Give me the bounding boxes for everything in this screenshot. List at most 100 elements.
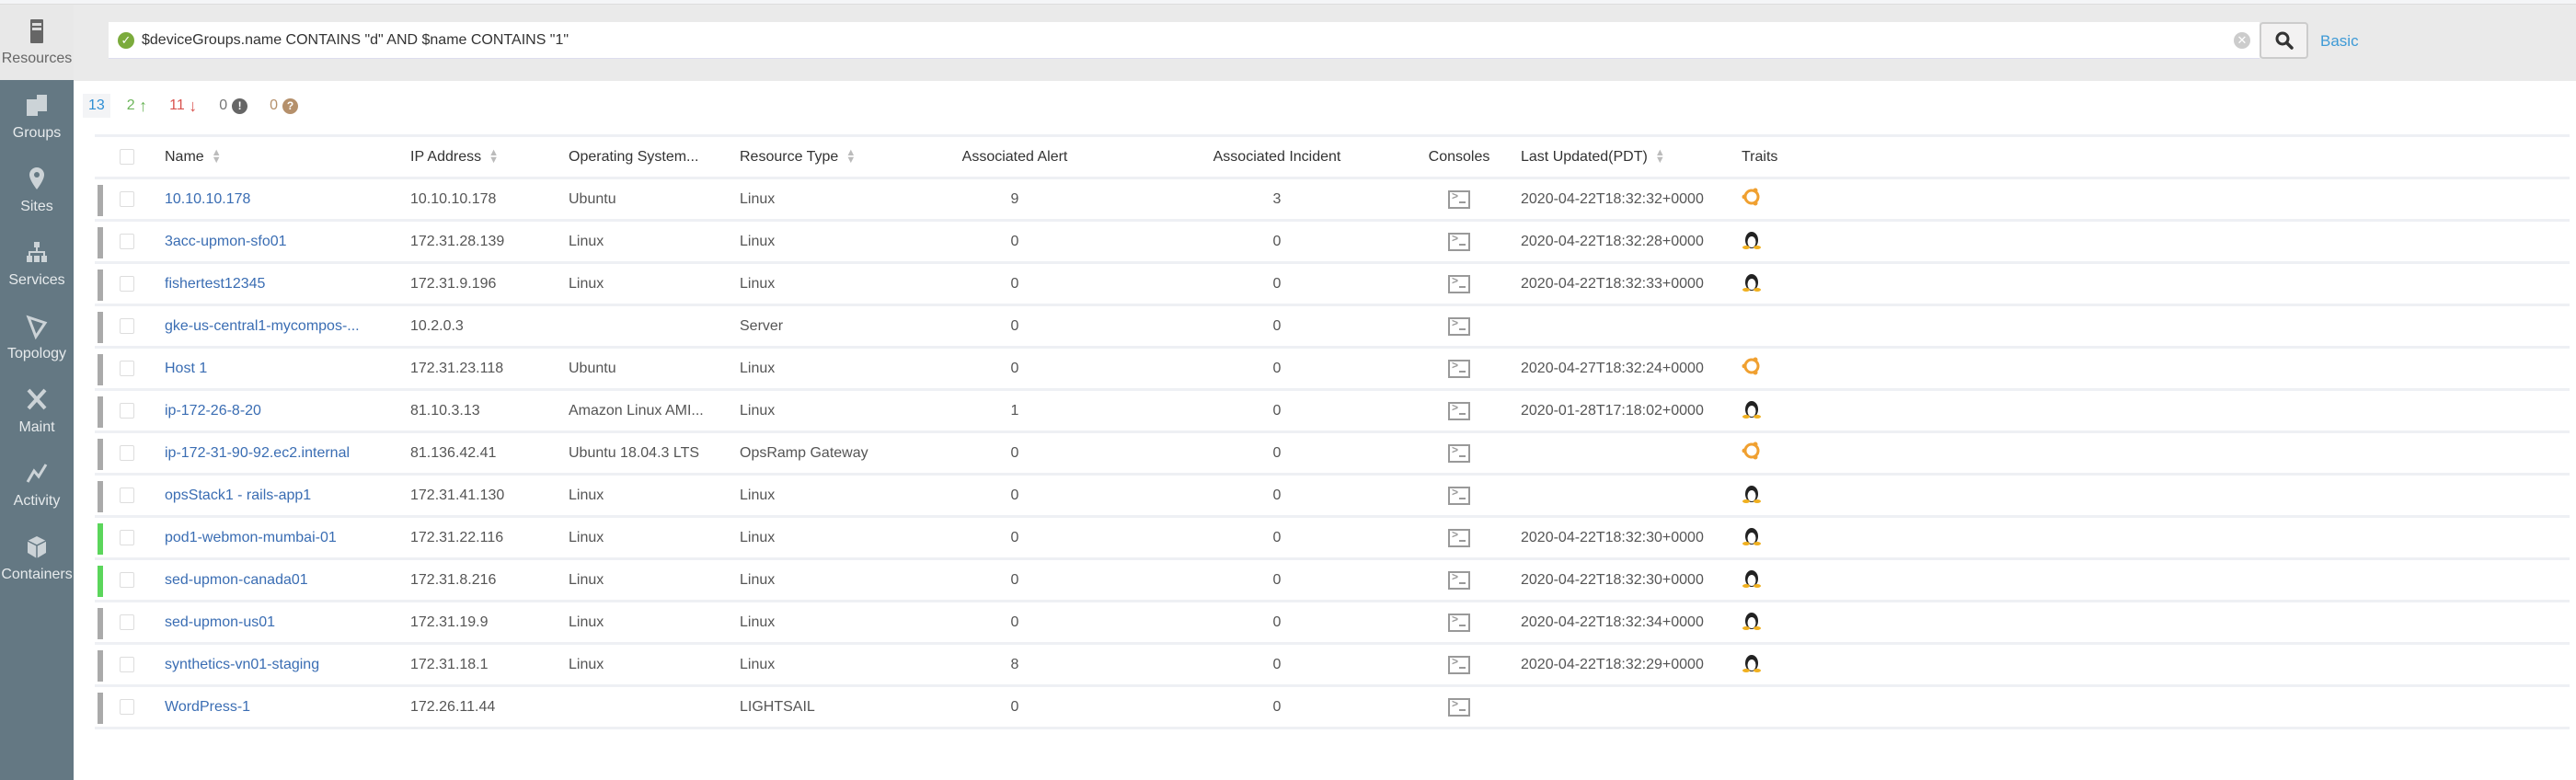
associated-alert[interactable]: 0: [1011, 572, 1019, 589]
row-checkbox[interactable]: [120, 488, 134, 503]
associated-incident[interactable]: 0: [1273, 445, 1282, 462]
resource-name-link[interactable]: Host 1: [165, 361, 207, 377]
associated-incident[interactable]: 0: [1273, 276, 1282, 292]
row-checkbox[interactable]: [120, 572, 134, 588]
associated-alert[interactable]: 9: [1011, 191, 1019, 208]
table-row: sed-upmon-us01 172.31.19.9 Linux Linux 0…: [95, 602, 2570, 645]
console-terminal-icon[interactable]: [1448, 189, 1470, 209]
up-count[interactable]: 2 ↑: [127, 97, 147, 116]
row-checkbox[interactable]: [120, 276, 134, 292]
clear-search-icon[interactable]: ✕: [2234, 31, 2250, 49]
unknown-count[interactable]: 0?: [270, 98, 299, 114]
console-terminal-icon[interactable]: [1448, 486, 1470, 505]
resource-name-link[interactable]: ip-172-31-90-92.ec2.internal: [165, 445, 350, 462]
col-name[interactable]: Name ▲ ▼: [165, 148, 222, 166]
col-name-label: Name: [165, 148, 204, 165]
sidebar-item-activity[interactable]: Activity: [0, 448, 74, 522]
row-checkbox[interactable]: [120, 445, 134, 461]
col-last-updated[interactable]: Last Updated(PDT) ▲ ▼: [1521, 148, 1665, 166]
sidebar-item-groups[interactable]: Groups: [0, 80, 74, 154]
associated-incident[interactable]: 0: [1273, 361, 1282, 377]
associated-incident[interactable]: 0: [1273, 572, 1282, 589]
associated-incident[interactable]: 0: [1273, 657, 1282, 673]
resource-name-link[interactable]: gke-us-central1-mycompos-...: [165, 318, 360, 335]
console-terminal-icon[interactable]: [1448, 655, 1470, 674]
sidebar-item-services[interactable]: Services: [0, 227, 74, 301]
col-ip[interactable]: IP Address ▲ ▼: [410, 148, 499, 166]
resource-name-link[interactable]: ip-172-26-8-20: [165, 403, 261, 419]
search-button[interactable]: [2260, 22, 2308, 59]
console-terminal-icon[interactable]: [1448, 401, 1470, 420]
associated-incident[interactable]: 0: [1273, 403, 1282, 419]
associated-alert[interactable]: 0: [1011, 530, 1019, 546]
associated-alert[interactable]: 0: [1011, 276, 1019, 292]
row-checkbox[interactable]: [120, 361, 134, 376]
basic-search-link[interactable]: Basic: [2320, 32, 2359, 51]
row-checkbox[interactable]: [120, 699, 134, 715]
table-row: opsStack1 - rails-app1 172.31.41.130 Lin…: [95, 476, 2570, 518]
console-terminal-icon[interactable]: [1448, 443, 1470, 463]
question-icon: ?: [282, 98, 299, 114]
row-checkbox[interactable]: [120, 234, 134, 249]
col-resource-type[interactable]: Resource Type ▲ ▼: [740, 148, 856, 166]
associated-alert[interactable]: 0: [1011, 318, 1019, 335]
last-updated: 2020-04-27T18:32:24+0000: [1521, 360, 1704, 376]
total-count[interactable]: 13: [83, 94, 110, 118]
console-terminal-icon[interactable]: [1448, 274, 1470, 293]
row-checkbox[interactable]: [120, 191, 134, 207]
associated-incident[interactable]: 0: [1273, 614, 1282, 631]
row-checkbox[interactable]: [120, 318, 134, 334]
down-count[interactable]: 11 ↓: [169, 97, 197, 116]
search-input[interactable]: ✓ $deviceGroups.name CONTAINS "d" AND $n…: [109, 22, 2260, 59]
status-indicator: [98, 185, 103, 216]
associated-alert[interactable]: 0: [1011, 699, 1019, 716]
associated-alert[interactable]: 0: [1011, 445, 1019, 462]
resource-name-link[interactable]: opsStack1 - rails-app1: [165, 488, 311, 504]
associated-incident[interactable]: 0: [1273, 699, 1282, 716]
resource-name-link[interactable]: fishertest12345: [165, 276, 265, 292]
console-terminal-icon[interactable]: [1448, 528, 1470, 547]
sidebar-item-containers[interactable]: Containers: [0, 522, 74, 595]
search-query[interactable]: $deviceGroups.name CONTAINS "d" AND $nam…: [142, 32, 2234, 49]
associated-incident[interactable]: 0: [1273, 530, 1282, 546]
map-pin-icon: [29, 167, 44, 189]
resource-name-link[interactable]: sed-upmon-canada01: [165, 572, 308, 589]
exclamation-icon: !: [232, 98, 248, 114]
row-checkbox[interactable]: [120, 614, 134, 630]
console-terminal-icon[interactable]: [1448, 232, 1470, 251]
sidebar-item-sites[interactable]: Sites: [0, 154, 74, 227]
resource-name-link[interactable]: WordPress-1: [165, 699, 250, 716]
associated-incident[interactable]: 0: [1273, 488, 1282, 504]
console-terminal-icon[interactable]: [1448, 316, 1470, 336]
associated-incident[interactable]: 0: [1273, 234, 1282, 250]
console-terminal-icon[interactable]: [1448, 613, 1470, 632]
row-checkbox[interactable]: [120, 657, 134, 672]
sidebar-item-maint[interactable]: Maint: [0, 374, 74, 448]
console-terminal-icon[interactable]: [1448, 570, 1470, 590]
associated-alert[interactable]: 0: [1011, 234, 1019, 250]
associated-alert[interactable]: 0: [1011, 614, 1019, 631]
select-all-checkbox[interactable]: [120, 149, 134, 165]
row-checkbox[interactable]: [120, 530, 134, 545]
console-terminal-icon[interactable]: [1448, 359, 1470, 378]
associated-alert[interactable]: 0: [1011, 361, 1019, 377]
resource-name-link[interactable]: 3acc-upmon-sfo01: [165, 234, 287, 250]
sidebar-item-resources[interactable]: Resources: [0, 5, 74, 80]
linux-tux-icon: [1742, 401, 1761, 419]
associated-incident[interactable]: 0: [1273, 318, 1282, 335]
resource-name-link[interactable]: 10.10.10.178: [165, 191, 250, 208]
associated-alert[interactable]: 8: [1011, 657, 1019, 673]
col-os[interactable]: Operating System...: [569, 149, 698, 166]
associated-alert[interactable]: 0: [1011, 488, 1019, 504]
resource-name-link[interactable]: pod1-webmon-mumbai-01: [165, 530, 337, 546]
critical-count[interactable]: 0!: [219, 98, 248, 114]
traits: [1742, 524, 1762, 551]
sidebar-item-topology[interactable]: Topology: [0, 301, 74, 374]
resource-type: Linux: [740, 402, 776, 419]
resource-name-link[interactable]: synthetics-vn01-staging: [165, 657, 319, 673]
console-terminal-icon[interactable]: [1448, 697, 1470, 717]
associated-alert[interactable]: 1: [1011, 403, 1019, 419]
associated-incident[interactable]: 3: [1273, 191, 1282, 208]
row-checkbox[interactable]: [120, 403, 134, 419]
resource-name-link[interactable]: sed-upmon-us01: [165, 614, 275, 631]
